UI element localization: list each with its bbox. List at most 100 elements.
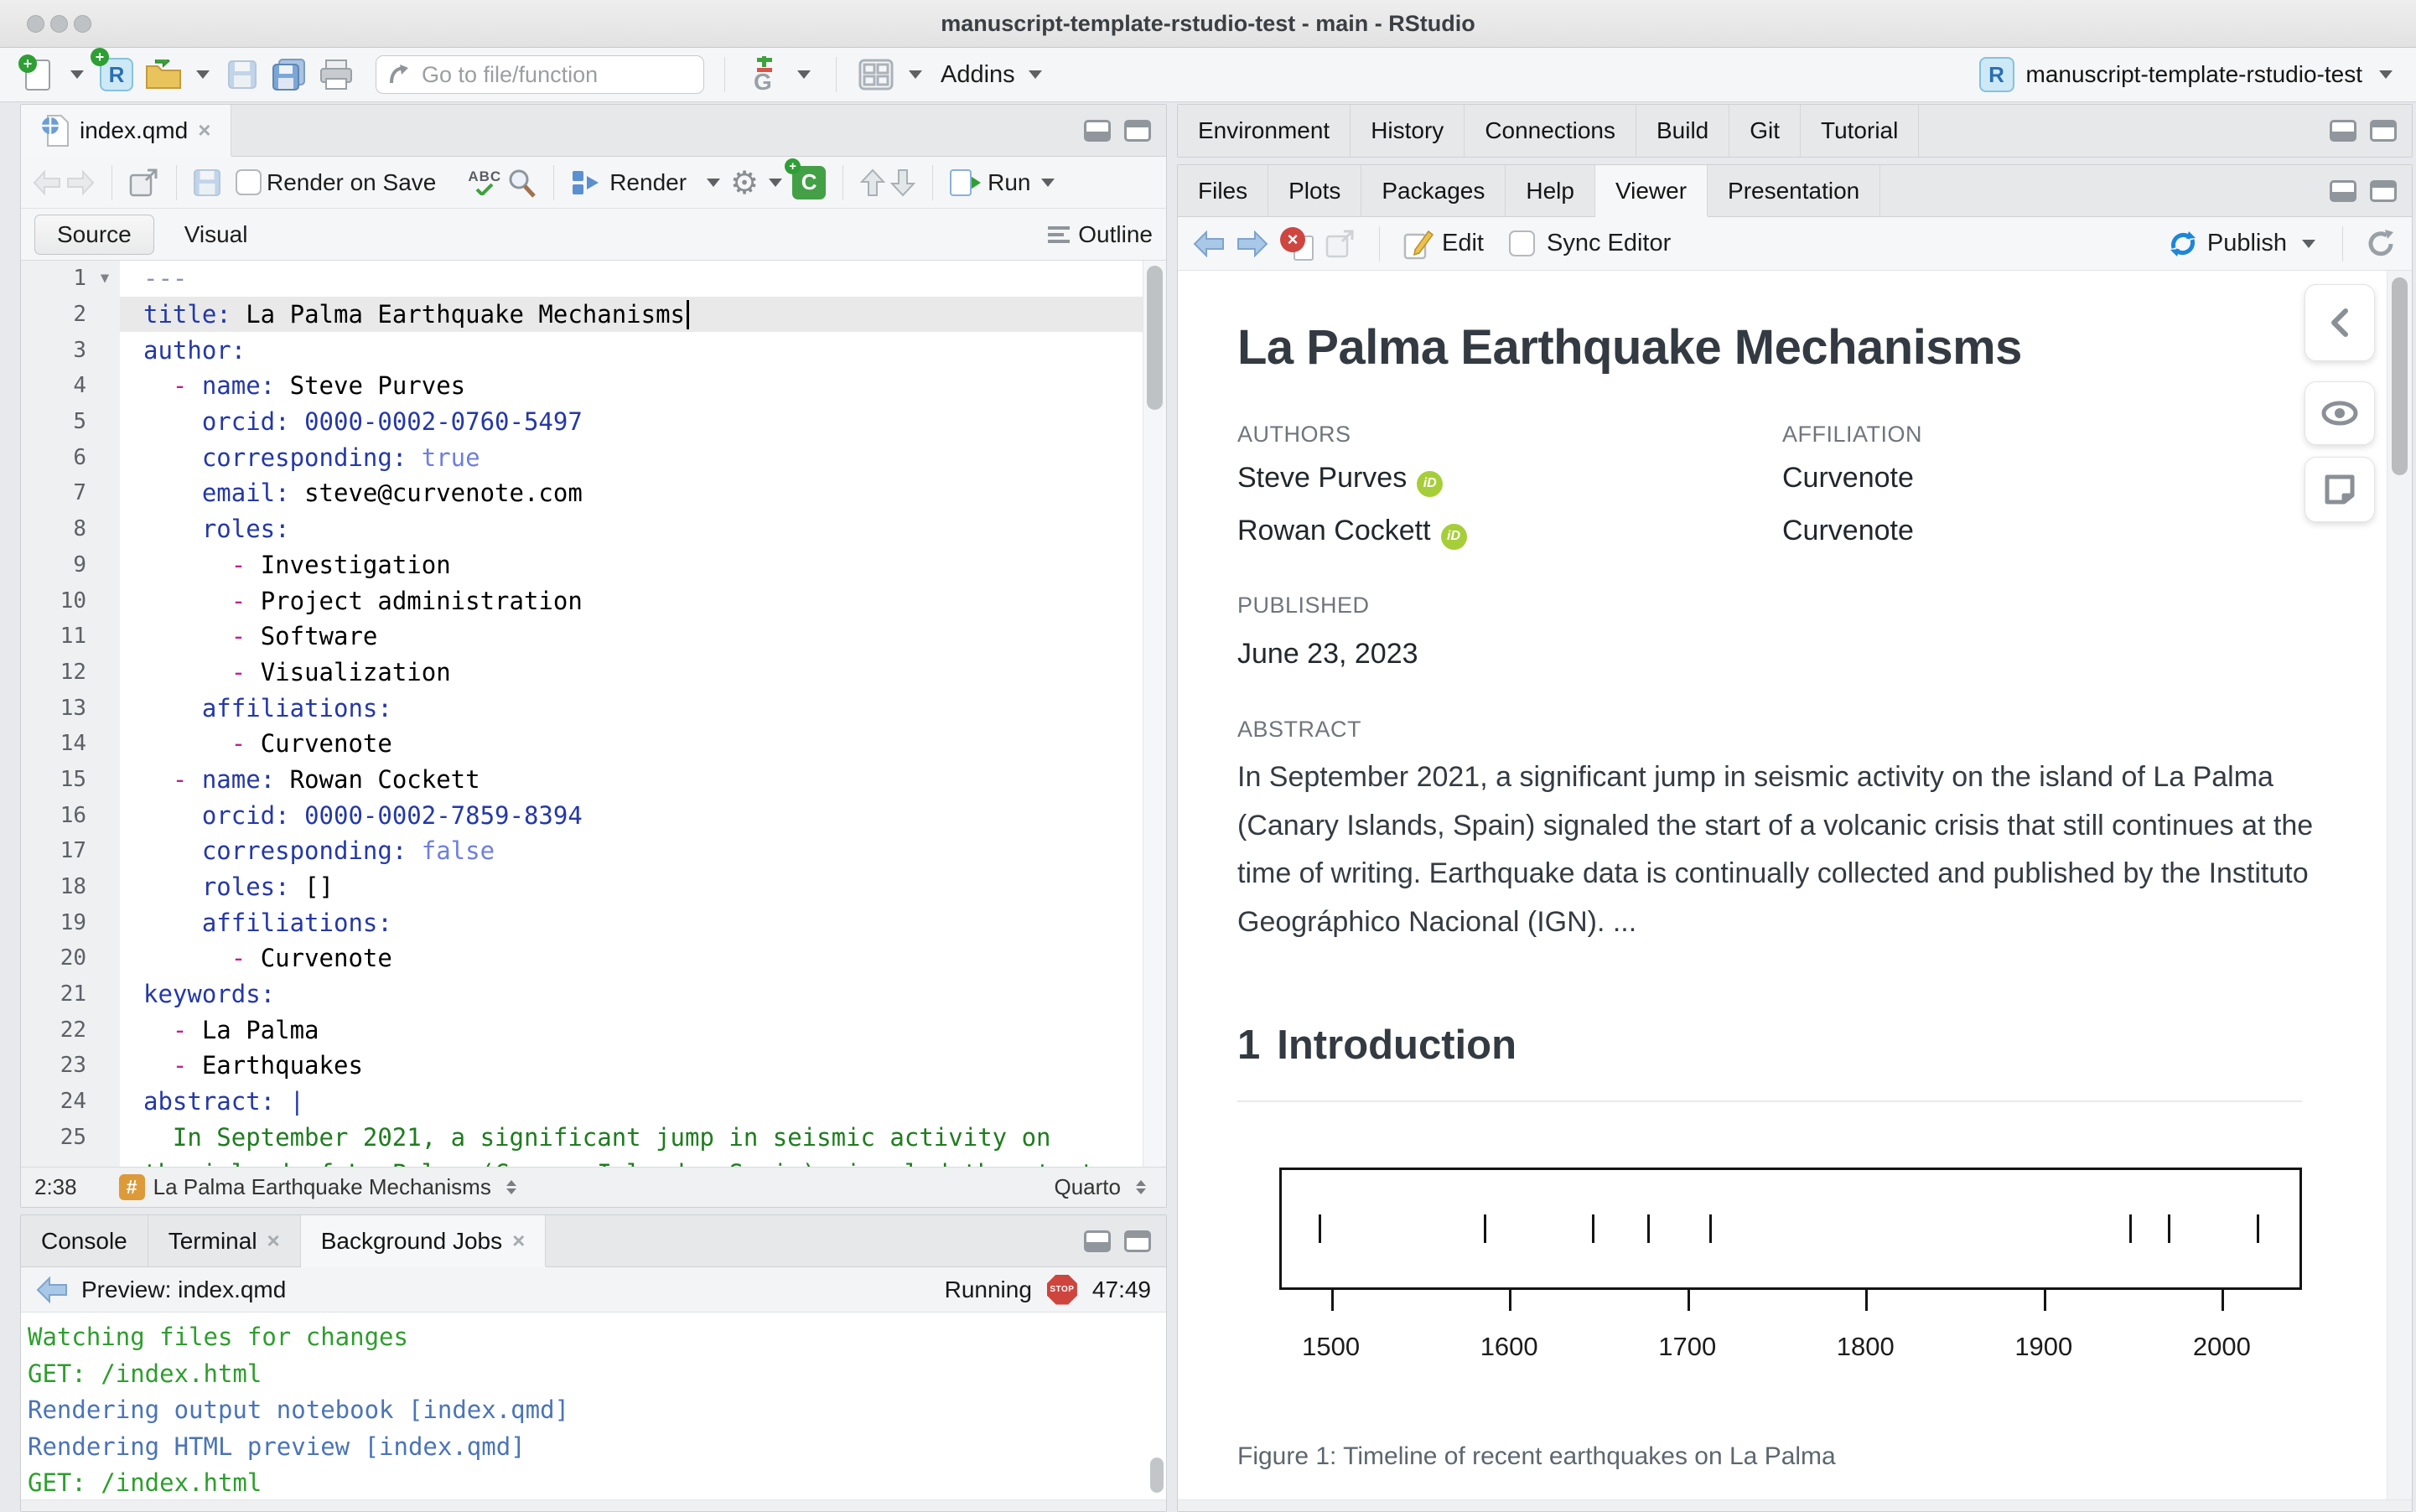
code-line[interactable]: 13 affiliations:	[21, 690, 1166, 726]
save-icon[interactable]	[194, 169, 220, 196]
open-file-button[interactable]	[144, 55, 183, 94]
collapse-panel-button[interactable]	[2305, 284, 2375, 361]
new-file-button[interactable]: +	[18, 55, 57, 94]
orcid-icon[interactable]: iD	[1441, 524, 1467, 550]
addins-menu[interactable]: Addins	[941, 61, 1015, 89]
code-line[interactable]: 19 affiliations:	[21, 904, 1166, 940]
tab-help[interactable]: Help	[1506, 165, 1595, 216]
tab-connections[interactable]: Connections	[1465, 105, 1636, 157]
code-line[interactable]: 3author:	[21, 332, 1166, 368]
spellcheck-button[interactable]: ABC	[468, 169, 501, 195]
code-line[interactable]: 2title: La Palma Earthquake Mechanisms	[21, 297, 1166, 333]
viewer-scrollbar-thumb[interactable]	[2392, 277, 2408, 475]
code-line[interactable]: 7 email: steve@curvenote.com	[21, 475, 1166, 511]
code-line[interactable]: 25 In September 2021, a significant jump…	[21, 1120, 1166, 1156]
code-editor[interactable]: 1▼---2title: La Palma Earthquake Mechani…	[21, 261, 1166, 1167]
sync-editor-checkbox[interactable]	[1509, 230, 1535, 256]
tab-console[interactable]: Console	[21, 1215, 148, 1266]
code-line[interactable]: 14 - Curvenote	[21, 726, 1166, 762]
workspace-panes-button[interactable]	[857, 55, 895, 94]
file-type-label[interactable]: Quarto	[1055, 1174, 1122, 1200]
code-line[interactable]: 23 - Earthquakes	[21, 1048, 1166, 1084]
tab-index-qmd[interactable]: index.qmd ×	[21, 105, 231, 156]
tab-presentation[interactable]: Presentation	[1708, 165, 1880, 216]
stop-job-button[interactable]: STOP	[1047, 1275, 1077, 1305]
code-line[interactable]: 6 corresponding: true	[21, 439, 1166, 475]
tab-plots[interactable]: Plots	[1268, 165, 1361, 216]
maximize-pane-icon[interactable]	[2370, 180, 2397, 202]
panes-dropdown[interactable]	[909, 70, 922, 79]
job-log[interactable]: Watching files for changesGET: /index.ht…	[21, 1313, 1166, 1499]
new-project-button[interactable]: R+	[97, 55, 136, 94]
render-on-save-checkbox[interactable]	[236, 169, 262, 195]
code-line[interactable]: 15 - name: Rowan Cockett	[21, 762, 1166, 798]
tab-environment[interactable]: Environment	[1178, 105, 1351, 157]
code-line[interactable]: 10 - Project administration	[21, 583, 1166, 619]
project-selector[interactable]: R manuscript-template-rstudio-test	[1979, 57, 2398, 92]
minimize-pane-icon[interactable]	[2330, 180, 2356, 202]
save-all-button[interactable]	[270, 55, 308, 94]
publish-button[interactable]: Publish	[2167, 228, 2287, 260]
go-next-section-icon[interactable]	[890, 168, 915, 197]
code-line[interactable]: 21keywords:	[21, 976, 1166, 1012]
back-icon[interactable]	[33, 170, 61, 195]
visual-mode-button[interactable]: Visual	[163, 215, 270, 254]
viewer-back-icon[interactable]	[1193, 230, 1225, 257]
publish-dropdown[interactable]	[2302, 240, 2315, 248]
orcid-icon[interactable]: iD	[1417, 471, 1443, 497]
section-breadcrumb[interactable]: La Palma Earthquake Mechanisms	[153, 1174, 491, 1200]
tab-background-jobs[interactable]: Background Jobs×	[301, 1215, 547, 1266]
code-line[interactable]: 9 - Investigation	[21, 547, 1166, 583]
code-line[interactable]: 20 - Curvenote	[21, 940, 1166, 976]
code-line[interactable]: 5 orcid: 0000-0002-0760-5497	[21, 404, 1166, 440]
forward-icon[interactable]	[66, 170, 95, 195]
filetype-spinner-icon[interactable]	[1136, 1180, 1146, 1194]
open-recent-dropdown[interactable]	[196, 70, 210, 79]
code-line[interactable]: the island of La Palma (Canary Islands, …	[21, 1155, 1166, 1167]
maximize-pane-icon[interactable]	[1124, 1230, 1151, 1252]
code-line[interactable]: 17 corresponding: false	[21, 833, 1166, 869]
source-mode-button[interactable]: Source	[34, 215, 154, 255]
minimize-pane-icon[interactable]	[2330, 120, 2356, 142]
popout-icon[interactable]	[129, 168, 159, 197]
minimize-pane-icon[interactable]	[1084, 1230, 1111, 1252]
fold-arrow-icon[interactable]: ▼	[90, 261, 120, 297]
section-spinner-icon[interactable]	[506, 1180, 516, 1194]
viewer-popout-icon[interactable]	[1325, 230, 1356, 258]
minimize-pane-icon[interactable]	[1084, 120, 1111, 142]
save-button[interactable]	[223, 55, 262, 94]
insert-chunk-button[interactable]: C +	[792, 166, 826, 199]
outline-toggle[interactable]: Outline	[1048, 221, 1153, 248]
tab-git[interactable]: Git	[1729, 105, 1801, 157]
new-file-dropdown[interactable]	[70, 70, 84, 79]
viewer-scrollbar[interactable]	[2387, 271, 2412, 1499]
render-dropdown[interactable]	[707, 179, 720, 187]
tab-tutorial[interactable]: Tutorial	[1801, 105, 1919, 157]
editor-scrollbar-thumb[interactable]	[1147, 266, 1163, 410]
zoom-window-button[interactable]	[74, 15, 91, 33]
console-scrollbar-thumb[interactable]	[1150, 1458, 1164, 1493]
edit-button[interactable]: Edit	[1403, 228, 1484, 260]
version-control-button[interactable]: G	[745, 55, 784, 94]
maximize-pane-icon[interactable]	[2370, 120, 2397, 142]
print-button[interactable]	[317, 55, 355, 94]
code-line[interactable]: 1▼---	[21, 261, 1166, 297]
code-line[interactable]: 18 roles: []	[21, 869, 1166, 905]
back-icon[interactable]	[36, 1276, 68, 1303]
code-line[interactable]: 16 orcid: 0000-0002-7859-8394	[21, 797, 1166, 833]
minimize-window-button[interactable]	[50, 15, 68, 33]
close-tab-icon[interactable]: ×	[267, 1228, 280, 1254]
code-line[interactable]: 11 - Software	[21, 619, 1166, 655]
maximize-pane-icon[interactable]	[1124, 120, 1151, 142]
visibility-button[interactable]	[2305, 381, 2375, 445]
tab-build[interactable]: Build	[1636, 105, 1729, 157]
render-button[interactable]: Render	[571, 169, 687, 196]
annotate-button[interactable]	[2305, 457, 2375, 522]
editor-scrollbar[interactable]	[1143, 261, 1166, 1167]
clear-viewer-button[interactable]: ×	[1280, 227, 1314, 261]
close-tab-icon[interactable]: ×	[198, 117, 210, 143]
close-window-button[interactable]	[27, 15, 44, 33]
code-line[interactable]: 4 - name: Steve Purves	[21, 368, 1166, 404]
addins-dropdown[interactable]	[1029, 70, 1042, 79]
run-button[interactable]: Run	[950, 169, 1030, 196]
